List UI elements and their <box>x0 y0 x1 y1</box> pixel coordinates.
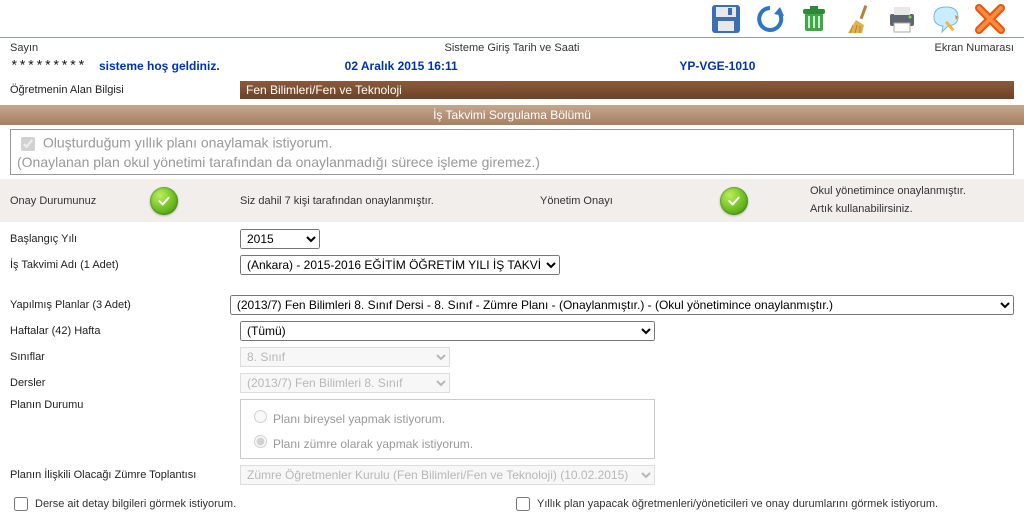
onay-text: Siz dahil 7 kişi tarafından onaylanmıştı… <box>240 195 540 207</box>
screen-number-label: Ekran Numarası <box>679 42 1014 54</box>
consent-checkbox <box>21 137 35 151</box>
radio-individual <box>254 410 267 423</box>
teacher-field-value: Fen Bilimleri/Fen ve Teknoloji <box>240 81 1014 99</box>
detail-checkbox-label[interactable]: Derse ait detay bilgileri görmek istiyor… <box>10 494 512 514</box>
class-label: Sınıflar <box>10 351 240 363</box>
weeks-select[interactable]: (Tümü) <box>240 321 655 341</box>
calendar-label: İş Takvimi Adı (1 Adet) <box>10 259 240 271</box>
note-icon[interactable] <box>930 3 962 35</box>
check-icon <box>720 187 748 215</box>
teacher-field-row: Öğretmenin Alan Bilgisi Fen Bilimleri/Fe… <box>0 79 1024 101</box>
header-info: Sayın Sisteme Giriş Tarih ve Saati Ekran… <box>0 38 1024 59</box>
status-strip: Onay Durumunuz Siz dahil 7 kişi tarafınd… <box>0 179 1024 222</box>
header-values: ********* sisteme hoş geldiniz. 02 Aralı… <box>0 59 1024 79</box>
print-icon[interactable] <box>886 3 918 35</box>
trash-icon[interactable] <box>798 3 830 35</box>
broom-icon[interactable] <box>842 3 874 35</box>
yonetim-text: Okul yönetimince onaylanmıştır. Artık ku… <box>810 183 1014 218</box>
lesson-select: (2013/7) Fen Bilimleri 8. Sınıf <box>240 373 450 393</box>
section-title: İş Takvimi Sorgulama Bölümü <box>0 105 1024 125</box>
check-icon <box>150 187 178 215</box>
teachers-checkbox-label[interactable]: Yıllık plan yapacak öğretmenleri/yönetic… <box>512 494 1014 514</box>
radio-zumre <box>254 435 267 448</box>
plan-status-label: Planın Durumu <box>10 399 240 411</box>
lesson-label: Dersler <box>10 377 240 389</box>
user-stars: ********* <box>10 59 86 75</box>
toolbar <box>0 0 1024 38</box>
welcome-text: sisteme hoş geldiniz. <box>99 59 220 73</box>
consent-box: Oluşturduğum yıllık planı onaylamak isti… <box>10 129 1014 175</box>
screen-number-value: YP-VGE-1010 <box>679 59 755 73</box>
detail-checkbox[interactable] <box>14 497 28 511</box>
plans-label: Yapılmış Planlar (3 Adet) <box>10 299 230 311</box>
onay-label: Onay Durumunuz <box>10 195 150 207</box>
save-icon[interactable] <box>710 3 742 35</box>
plans-select[interactable]: (2013/7) Fen Bilimleri 8. Sınıf Dersi - … <box>230 295 1014 315</box>
class-select: 8. Sınıf <box>240 347 450 367</box>
login-time-label: Sisteme Giriş Tarih ve Saati <box>345 42 680 54</box>
zumre-label: Planın İlişkili Olacağı Zümre Toplantısı <box>10 469 240 481</box>
sayin-label: Sayın <box>10 42 345 54</box>
year-select[interactable]: 2015 <box>240 229 320 249</box>
plan-status-radios: Planı bireysel yapmak istiyorum. Planı z… <box>240 399 655 459</box>
year-label: Başlangıç Yılı <box>10 233 240 245</box>
yonetim-label: Yönetim Onayı <box>540 195 720 207</box>
bottom-checks: Derse ait detay bilgileri görmek istiyor… <box>0 488 1024 524</box>
login-time-value: 02 Aralık 2015 16:11 <box>345 59 458 73</box>
close-icon[interactable] <box>974 3 1006 35</box>
calendar-select[interactable]: (Ankara) - 2015-2016 EĞİTİM ÖĞRETİM YILI… <box>240 255 560 275</box>
teachers-checkbox[interactable] <box>516 497 530 511</box>
weeks-label: Haftalar (42) Hafta <box>10 325 240 337</box>
consent-line2: (Onaylanan plan okul yönetimi tarafından… <box>17 154 1007 170</box>
teacher-field-label: Öğretmenin Alan Bilgisi <box>10 84 240 96</box>
zumre-select: Zümre Öğretmenler Kurulu (Fen Bilimleri/… <box>240 465 655 485</box>
consent-line1: Oluşturduğum yıllık planı onaylamak isti… <box>43 135 332 151</box>
refresh-icon[interactable] <box>754 3 786 35</box>
